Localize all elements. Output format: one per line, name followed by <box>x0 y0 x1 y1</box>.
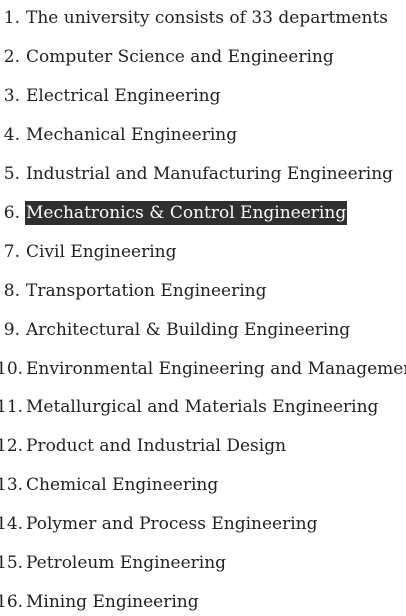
list-item-number: 4. <box>3 125 20 145</box>
list-item-number: 14. <box>0 514 24 534</box>
list-item-number: 2. <box>3 47 20 67</box>
list-item-number: 13. <box>0 475 24 495</box>
list-item-label: Product and Industrial Design <box>26 436 287 456</box>
list-item-label: Environmental Engineering and Management <box>26 359 406 379</box>
list-item-label: Electrical Engineering <box>26 86 221 106</box>
list-item-label: Polymer and Process Engineering <box>26 514 318 534</box>
list-item-label: Transportation Engineering <box>26 281 267 301</box>
list-item-number: 8. <box>3 281 20 301</box>
list-item-label: Petroleum Engineering <box>26 553 227 573</box>
list-item-number: 16. <box>0 592 24 612</box>
list-item-label: The university consists of 33 department… <box>26 8 388 28</box>
selected-text-highlight[interactable]: Mechatronics & Control Engineering <box>25 201 348 225</box>
list-item-label: Metallurgical and Materials Engineering <box>26 397 379 417</box>
list-item-label: Mechanical Engineering <box>26 125 238 145</box>
list-item-label: Computer Science and Engineering <box>26 47 334 67</box>
list-item-label: Civil Engineering <box>26 242 177 262</box>
list-item-number: 6. <box>3 203 20 223</box>
list-item-number: 11. <box>0 397 24 417</box>
list-item-number: 7. <box>3 242 20 262</box>
list-item-number: 9. <box>3 320 20 340</box>
list-item-label: Architectural & Building Engineering <box>26 320 351 340</box>
list-item-label: Mining Engineering <box>26 592 199 612</box>
list-item-number: 3. <box>3 86 20 106</box>
list-item-number: 1. <box>3 8 20 28</box>
list-item-number: 5. <box>3 164 20 184</box>
list-item-number: 12. <box>0 436 24 456</box>
list-item-label: Industrial and Manufacturing Engineering <box>26 164 394 184</box>
list-item-number: 10. <box>0 359 24 379</box>
list-item-label: Chemical Engineering <box>26 475 219 495</box>
list-item-number: 15. <box>0 553 24 573</box>
